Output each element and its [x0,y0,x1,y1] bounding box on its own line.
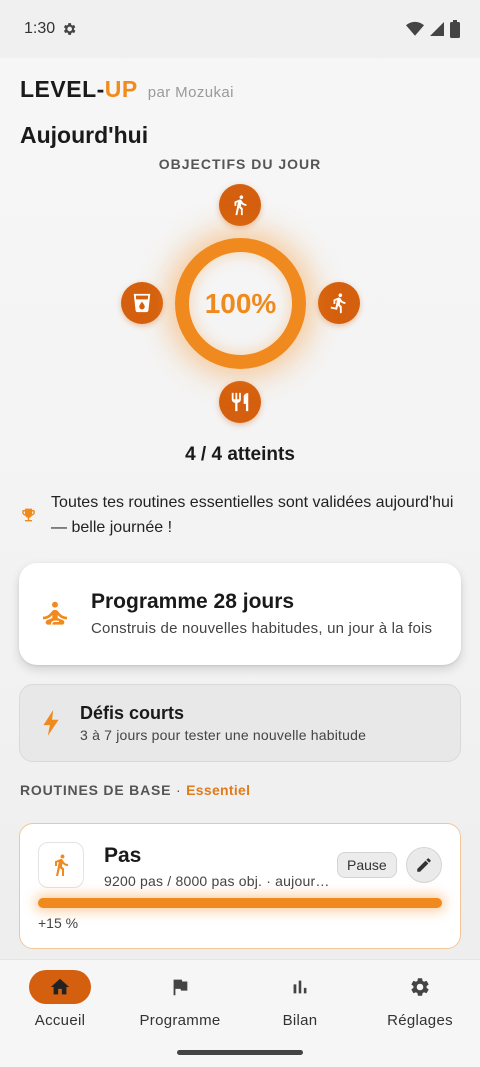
nav-label: Accueil [34,1012,86,1029]
nav-label: Bilan [282,1012,318,1029]
progress-ring: 100% [175,238,306,369]
water-glass-icon [133,293,151,313]
pencil-icon [417,858,431,872]
goal-water[interactable] [121,282,163,324]
routine-name: Pas [104,844,142,867]
home-icon [50,978,70,995]
program-card-title: Programme 28 jours [91,589,295,613]
challenges-card-title: Défis courts [80,703,185,723]
nav-item-bilan[interactable]: Bilan [240,970,360,1029]
routine-icon-box [38,842,84,888]
restaurant-icon [231,392,249,412]
objectives-orbit: 100% [0,0,480,440]
bolt-icon [43,710,59,736]
program-card-text: Programme 28 jours Construis de nouvelle… [91,590,432,639]
gear-icon [411,978,429,996]
nav-item-reglages[interactable]: Réglages [360,970,480,1029]
congrats-message: Toutes tes routines essentielles sont va… [20,490,460,540]
goal-run[interactable] [318,282,360,324]
nav-label: Programme [139,1012,221,1029]
routines-section-header: ROUTINES DE BASE · Essentiel [20,782,250,798]
nav-icon-pill [389,970,451,1004]
goals-reached-count: 4 / 4 atteints [185,444,295,465]
congrats-text: Toutes tes routines essentielles sont va… [51,494,454,536]
challenges-card-subtitle: 3 à 7 jours pour tester une nouvelle hab… [80,727,367,743]
goal-walk[interactable] [219,184,261,226]
home-indicator[interactable] [177,1050,303,1055]
routine-card-steps[interactable]: Pas 9200 pas / 8000 pas obj. · aujourd'h… [19,823,461,949]
run-icon [330,293,346,314]
challenges-card-text: Défis courts 3 à 7 jours pour tester une… [80,703,366,743]
nav-icon-pill [269,970,331,1004]
flag-icon [173,979,188,996]
routine-progress-bar [38,898,442,908]
routine-description: 9200 pas / 8000 pas obj. · aujourd'hui [104,873,330,889]
nav-label: Réglages [387,1012,453,1029]
short-challenges-card[interactable]: Défis courts 3 à 7 jours pour tester une… [19,684,461,762]
nav-icon-pill [149,970,211,1004]
routines-section-title: ROUTINES DE BASE [20,782,172,798]
progress-percent: 100% [204,287,277,319]
nav-icon-pill [29,970,91,1004]
routines-section-tag: Essentiel [186,782,251,798]
routine-progress-fill [38,898,442,908]
section-separator: · [175,782,182,798]
program-card-subtitle: Construis de nouvelles habitudes, un jou… [91,619,433,637]
edit-button[interactable] [406,847,442,883]
program-28-days-card[interactable]: Programme 28 jours Construis de nouvelle… [19,563,461,665]
routine-delta: +15 % [38,915,79,931]
trophy-icon [22,508,35,522]
goal-meals[interactable] [219,381,261,423]
nav-item-programme[interactable]: Programme [120,970,240,1029]
meditation-icon [43,601,67,625]
walk-icon [234,195,247,216]
bar-chart-icon [293,980,307,994]
nav-item-accueil[interactable]: Accueil [0,970,120,1029]
walk-icon [55,854,68,876]
pause-button[interactable]: Pause [337,852,397,878]
